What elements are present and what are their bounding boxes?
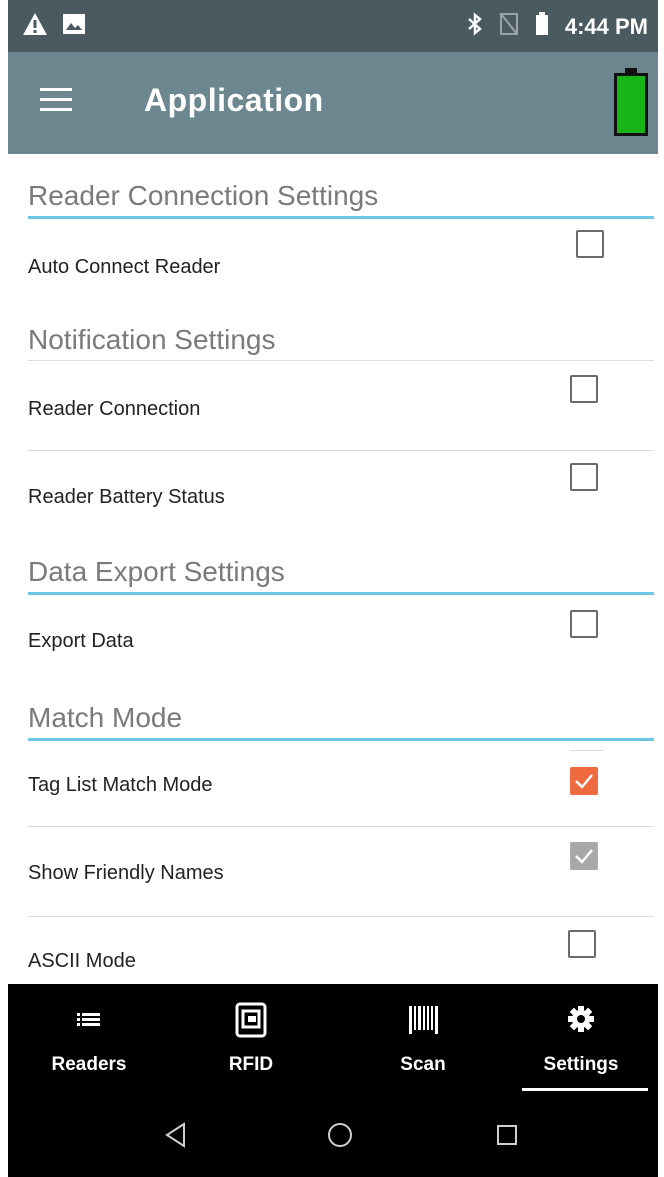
nav-label-rfid: RFID	[228, 1054, 274, 1075]
export-data-label: Export Data	[28, 630, 134, 652]
clock-text: 4:44 PM	[564, 14, 648, 39]
status-bar: 4:44 PM	[8, 0, 658, 52]
auto-connect-reader-label: Auto Connect Reader	[28, 256, 221, 278]
row-divider	[28, 450, 654, 451]
tag-list-match-mode-checkbox[interactable]	[570, 767, 598, 795]
nav-item-settings[interactable]: Settings	[504, 984, 658, 1094]
barcode-icon	[406, 1002, 440, 1036]
app-bar: Application	[8, 52, 658, 154]
nav-item-scan[interactable]: Scan	[342, 984, 504, 1094]
show-friendly-names-label: Show Friendly Names	[28, 862, 224, 884]
section-title-reader-connection: Reader Connection Settings	[28, 180, 379, 211]
tag-list-match-mode-label: Tag List Match Mode	[28, 774, 213, 796]
row-divider	[28, 826, 654, 827]
system-navigation-bar	[8, 1094, 658, 1177]
reader-battery-icon[interactable]	[614, 68, 648, 136]
recents-icon[interactable]	[496, 1124, 518, 1151]
nav-label-settings: Settings	[543, 1054, 619, 1075]
section-title-notification: Notification Settings	[28, 324, 276, 355]
bluetooth-icon	[467, 12, 483, 42]
section-divider	[28, 216, 654, 219]
gear-icon	[566, 1002, 596, 1036]
rfid-tag-icon	[234, 1002, 268, 1038]
no-sim-icon	[499, 12, 519, 42]
bottom-navigation: Readers RFID Scan Settings	[8, 984, 658, 1094]
export-data-checkbox[interactable]	[570, 610, 598, 638]
hamburger-menu-icon[interactable]	[40, 88, 72, 114]
reader-connection-label: Reader Connection	[28, 398, 201, 420]
checkmark-icon	[575, 774, 593, 789]
reader-connection-checkbox[interactable]	[570, 375, 598, 403]
page-title: Application	[144, 82, 324, 118]
row-divider	[570, 750, 604, 751]
reader-battery-status-label: Reader Battery Status	[28, 486, 225, 508]
nav-label-readers: Readers	[51, 1054, 127, 1075]
app-screen: 4:44 PM Application Reader Connection Se…	[8, 0, 658, 1177]
battery-status-icon	[535, 12, 549, 42]
list-icon	[75, 1002, 103, 1036]
reader-battery-status-checkbox[interactable]	[570, 463, 598, 491]
nav-label-scan: Scan	[400, 1054, 446, 1075]
auto-connect-reader-checkbox[interactable]	[576, 230, 604, 258]
nav-selected-indicator	[522, 1088, 648, 1091]
section-title-match-mode: Match Mode	[28, 702, 183, 733]
back-icon[interactable]	[164, 1122, 188, 1153]
section-divider	[28, 592, 654, 595]
section-title-data-export: Data Export Settings	[28, 556, 285, 587]
checkmark-icon	[575, 849, 593, 864]
show-friendly-names-checkbox[interactable]	[570, 842, 598, 870]
section-divider	[28, 738, 654, 741]
ascii-mode-checkbox[interactable]	[568, 930, 596, 958]
ascii-mode-label: ASCII Mode	[28, 950, 136, 972]
nav-item-rfid[interactable]: RFID	[170, 984, 332, 1094]
row-divider	[28, 916, 654, 917]
settings-list[interactable]: Reader Connection Settings Auto Connect …	[8, 154, 658, 984]
image-icon	[62, 13, 86, 40]
section-divider	[28, 360, 654, 361]
warning-icon	[22, 12, 48, 41]
home-icon[interactable]	[326, 1121, 354, 1154]
nav-item-readers[interactable]: Readers	[8, 984, 170, 1094]
